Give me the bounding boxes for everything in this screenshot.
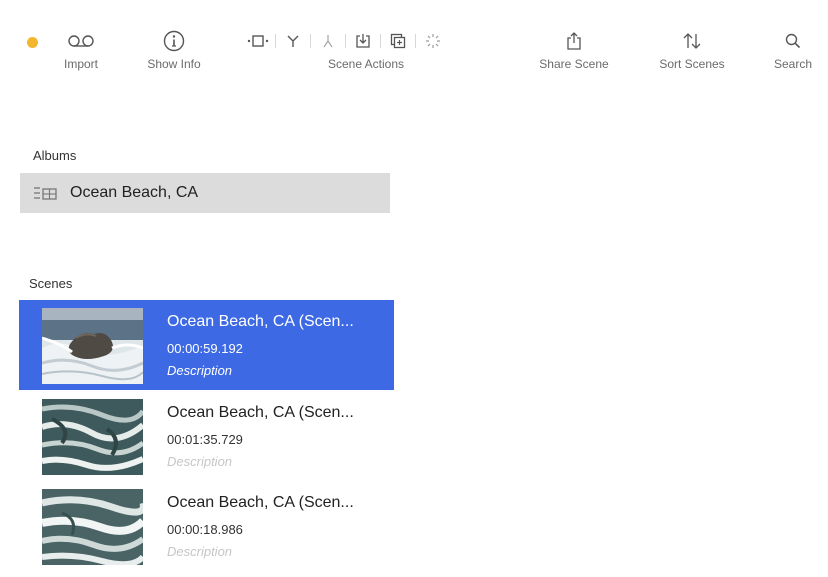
duplicate-icon[interactable] bbox=[386, 33, 410, 49]
scene-actions-label: Scene Actions bbox=[327, 57, 405, 71]
scene-duration: 00:00:18.986 bbox=[167, 522, 243, 537]
search-button[interactable]: Search bbox=[768, 30, 818, 71]
scene-description[interactable]: Description bbox=[167, 454, 232, 469]
scene-description[interactable]: Description bbox=[167, 544, 232, 559]
share-scene-label: Share Scene bbox=[539, 57, 609, 71]
import-icon bbox=[56, 30, 106, 52]
scene-item-3[interactable]: Ocean Beach, CA (Scen... 00:00:18.986 De… bbox=[19, 481, 394, 571]
save-to-disk-icon[interactable] bbox=[351, 33, 375, 49]
sort-scenes-label: Sort Scenes bbox=[659, 57, 725, 71]
share-scene-button[interactable]: Share Scene bbox=[534, 30, 614, 71]
scene-description[interactable]: Description bbox=[167, 363, 232, 378]
scene-thumbnail bbox=[42, 399, 143, 475]
album-list-icon bbox=[33, 183, 57, 203]
scene-actions-group: Scene Actions bbox=[246, 30, 494, 71]
sort-icon bbox=[652, 30, 732, 52]
split-icon[interactable] bbox=[281, 34, 305, 48]
scene-title: Ocean Beach, CA (Scen... bbox=[167, 313, 354, 330]
album-item[interactable]: Ocean Beach, CA bbox=[20, 173, 390, 213]
scene-duration: 00:01:35.729 bbox=[167, 432, 243, 447]
merge-icon[interactable] bbox=[316, 34, 340, 48]
info-icon bbox=[140, 30, 208, 52]
scene-title: Ocean Beach, CA (Scen... bbox=[167, 404, 354, 421]
magic-wand-icon[interactable] bbox=[421, 33, 445, 49]
import-label: Import bbox=[63, 57, 98, 71]
share-icon bbox=[534, 30, 614, 52]
album-title: Ocean Beach, CA bbox=[70, 184, 199, 201]
scene-duration: 00:00:59.192 bbox=[167, 341, 243, 356]
search-icon bbox=[768, 30, 818, 52]
albums-header: Albums bbox=[33, 148, 77, 163]
show-info-button[interactable]: Show Info bbox=[140, 30, 208, 71]
scene-thumbnail bbox=[42, 308, 143, 384]
show-info-label: Show Info bbox=[147, 57, 201, 71]
scene-item-2[interactable]: Ocean Beach, CA (Scen... 00:01:35.729 De… bbox=[19, 391, 394, 481]
scene-thumbnail bbox=[42, 489, 143, 565]
trim-icon[interactable] bbox=[246, 34, 270, 48]
status-dot bbox=[27, 37, 38, 48]
toolbar: Import Show Info Scene Actions Share Sce… bbox=[0, 0, 828, 88]
import-button[interactable]: Import bbox=[56, 30, 106, 71]
search-label: Search bbox=[773, 57, 813, 71]
scenes-header: Scenes bbox=[29, 276, 73, 291]
scene-title: Ocean Beach, CA (Scen... bbox=[167, 494, 354, 511]
sort-scenes-button[interactable]: Sort Scenes bbox=[652, 30, 732, 71]
scene-item-1[interactable]: Ocean Beach, CA (Scen... 00:00:59.192 De… bbox=[19, 300, 394, 390]
